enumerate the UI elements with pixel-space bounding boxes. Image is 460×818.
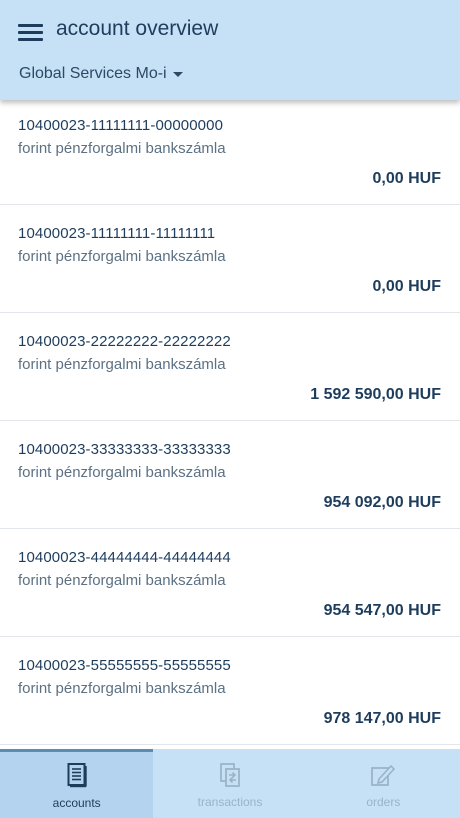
account-type: forint pénzforgalmi bankszámla — [18, 572, 226, 589]
transfer-icon — [216, 761, 244, 794]
account-type: forint pénzforgalmi bankszámla — [18, 248, 226, 265]
account-item[interactable]: 10400023-22222222-22222222 forint pénzfo… — [0, 313, 460, 421]
menu-line — [18, 38, 43, 41]
tab-accounts[interactable]: accounts — [0, 749, 154, 818]
account-balance: 954 547,00 HUF — [323, 602, 441, 619]
tab-transactions[interactable]: transactions — [153, 749, 306, 818]
account-number: 10400023-55555555-55555555 — [18, 657, 231, 674]
account-item[interactable]: 10400023-11111111-00000000 forint pénzfo… — [0, 97, 460, 205]
menu-line — [18, 24, 43, 27]
account-balance: 0,00 HUF — [372, 278, 441, 295]
account-type: forint pénzforgalmi bankszámla — [18, 464, 226, 481]
tab-label: orders — [366, 795, 401, 809]
account-item[interactable]: 10400023-44444444-44444444 forint pénzfo… — [0, 529, 460, 637]
account-number: 10400023-11111111-11111111 — [18, 225, 216, 242]
company-name: Global Services Mo-i — [19, 65, 167, 82]
account-type: forint pénzforgalmi bankszámla — [18, 356, 226, 373]
edit-icon — [369, 761, 397, 794]
tab-label: accounts — [52, 796, 101, 810]
account-number: 10400023-11111111-00000000 — [18, 117, 224, 134]
company-selector[interactable]: Global Services Mo-i — [19, 62, 183, 86]
hamburger-menu-icon[interactable] — [14, 18, 46, 46]
account-type: forint pénzforgalmi bankszámla — [18, 680, 226, 697]
tab-orders[interactable]: orders — [307, 749, 460, 818]
account-type: forint pénzforgalmi bankszámla — [18, 140, 226, 157]
account-number: 10400023-44444444-44444444 — [18, 549, 231, 566]
account-balance: 0,00 HUF — [372, 170, 441, 187]
caret-down-icon — [172, 72, 183, 77]
account-number: 10400023-33333333-33333333 — [18, 441, 231, 458]
account-balance: 954 092,00 HUF — [323, 494, 441, 511]
account-number: 10400023-22222222-22222222 — [18, 333, 231, 350]
account-balance: 978 147,00 HUF — [323, 710, 441, 727]
tab-label: transactions — [197, 795, 263, 809]
account-balance: 1 592 590,00 HUF — [310, 386, 441, 403]
page-title: account overview — [56, 17, 219, 40]
menu-line — [18, 31, 43, 34]
account-list: 10400023-11111111-00000000 forint pénzfo… — [0, 97, 460, 745]
account-item[interactable]: 10400023-33333333-33333333 forint pénzfo… — [0, 421, 460, 529]
account-item[interactable]: 10400023-11111111-11111111 forint pénzfo… — [0, 205, 460, 313]
bottom-tab-bar: accounts transactions orders — [0, 749, 460, 818]
app-header: account overview Global Services Mo-i — [0, 0, 460, 100]
account-item[interactable]: 10400023-55555555-55555555 forint pénzfo… — [0, 637, 460, 745]
document-icon — [66, 762, 88, 793]
